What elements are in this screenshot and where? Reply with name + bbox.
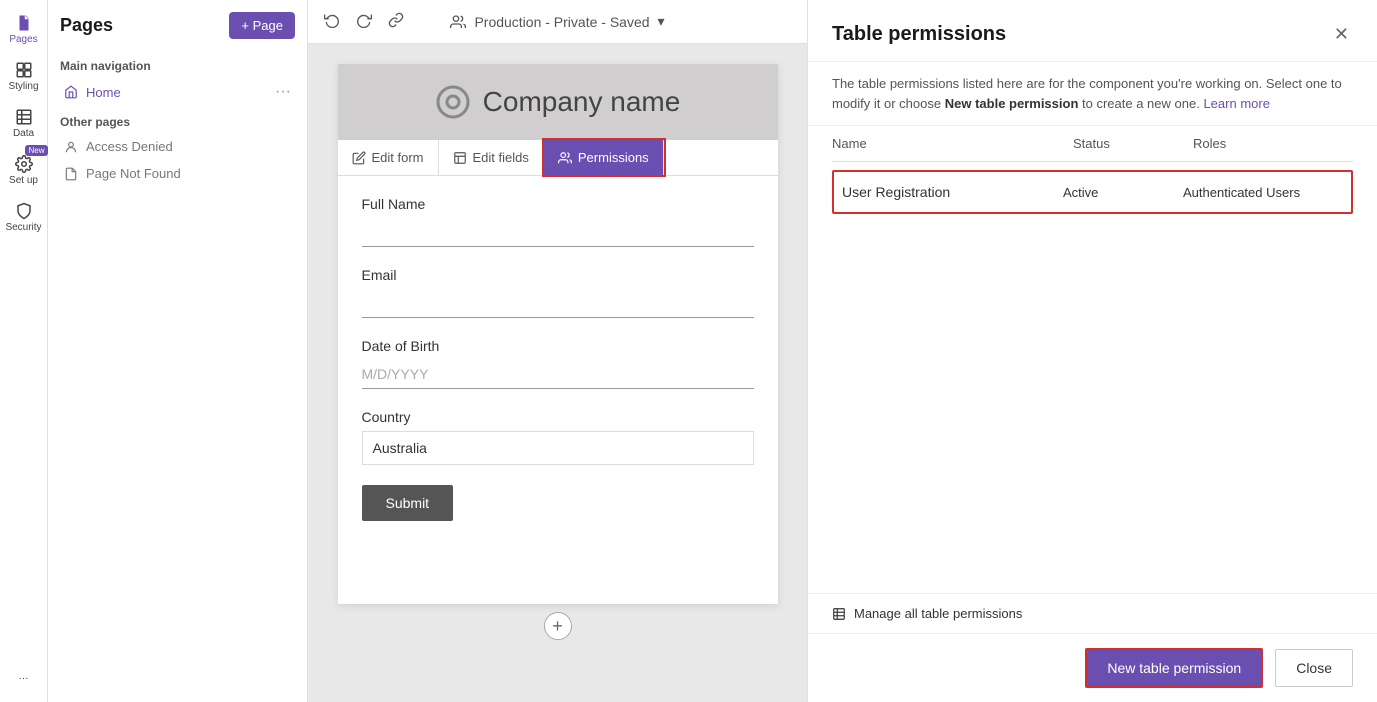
add-section-button[interactable]: +: [544, 612, 572, 640]
redo-icon: [356, 12, 372, 28]
main-navigation-label: Main navigation: [48, 51, 307, 77]
permission-status: Active: [1063, 185, 1183, 200]
right-panel-description: The table permissions listed here are fo…: [808, 62, 1377, 126]
icon-sidebar: Pages Styling Data Set up New Security ·…: [0, 0, 48, 702]
right-panel-title: Table permissions: [832, 23, 1006, 46]
sidebar-item-data[interactable]: Data: [4, 102, 44, 145]
undo-icon: [324, 12, 340, 28]
right-panel-header: Table permissions ✕: [808, 0, 1377, 62]
nav-item-home[interactable]: Home ···: [52, 77, 303, 107]
form-header-title: Company name: [483, 86, 681, 118]
edit-fields-label: Edit fields: [473, 150, 529, 165]
permission-row-user-registration[interactable]: User Registration Active Authenticated U…: [832, 170, 1353, 214]
email-label: Email: [362, 267, 754, 283]
home-nav-dots[interactable]: ···: [275, 83, 291, 101]
right-panel-close-button[interactable]: ✕: [1330, 20, 1353, 49]
permissions-table: Name Status Roles User Registration Acti…: [808, 126, 1377, 593]
new-badge: New: [25, 145, 47, 156]
country-select[interactable]: Australia: [362, 431, 754, 465]
permissions-label: Permissions: [578, 150, 649, 165]
col-roles: Roles: [1193, 136, 1353, 151]
manage-table-icon: [832, 607, 846, 621]
permissions-icon: [558, 151, 572, 165]
company-logo-icon: [435, 84, 471, 120]
access-denied-label: Access Denied: [86, 139, 291, 154]
close-button[interactable]: Close: [1275, 649, 1353, 687]
canvas-area: Company name Edit form Edit fields Permi…: [308, 44, 807, 702]
nav-item-page-not-found[interactable]: Page Not Found: [52, 160, 303, 187]
form-toolbar: Edit form Edit fields Permissions: [338, 140, 778, 176]
edit-fields-button[interactable]: Edit fields: [439, 140, 544, 175]
top-bar-center[interactable]: Production - Private - Saved ▾: [450, 13, 664, 30]
app-title: Production - Private - Saved: [474, 14, 649, 30]
edit-form-icon: [352, 151, 366, 165]
new-table-permission-button[interactable]: New table permission: [1085, 648, 1263, 688]
permission-name: User Registration: [842, 184, 1063, 200]
sidebar-item-setup[interactable]: Set up New: [4, 149, 44, 192]
col-status: Status: [1073, 136, 1193, 151]
canvas-add-row: +: [544, 612, 572, 640]
add-page-button[interactable]: + Page: [229, 12, 295, 39]
doc-icon: [64, 167, 78, 181]
top-bar-left: [320, 8, 408, 35]
sidebar-more-options[interactable]: ···: [4, 667, 44, 690]
email-input[interactable]: [362, 289, 754, 318]
edit-form-label: Edit form: [372, 150, 424, 165]
users-icon: [450, 14, 466, 30]
home-icon: [64, 85, 78, 99]
undo-button[interactable]: [320, 8, 344, 35]
col-name: Name: [832, 136, 1073, 151]
permission-roles: Authenticated Users: [1183, 185, 1343, 200]
link-button[interactable]: [384, 8, 408, 35]
sidebar-item-security[interactable]: Security: [4, 196, 44, 239]
country-label: Country: [362, 409, 754, 425]
edit-form-button[interactable]: Edit form: [338, 140, 439, 175]
full-name-input[interactable]: [362, 218, 754, 247]
pages-panel-header: Pages + Page: [48, 12, 307, 51]
form-body: Full Name Email Date of Birth Country Au…: [338, 176, 778, 541]
link-icon: [388, 12, 404, 28]
edit-fields-icon: [453, 151, 467, 165]
main-area: Production - Private - Saved ▾ Company n…: [308, 0, 807, 702]
form-page: Company name Edit form Edit fields Permi…: [338, 64, 778, 604]
pages-panel-title: Pages: [60, 15, 113, 36]
manage-all-label: Manage all table permissions: [854, 606, 1022, 621]
dob-label: Date of Birth: [362, 338, 754, 354]
nav-item-access-denied[interactable]: Access Denied: [52, 133, 303, 160]
home-nav-label: Home: [86, 85, 267, 100]
sidebar-item-pages[interactable]: Pages: [4, 8, 44, 51]
top-bar: Production - Private - Saved ▾: [308, 0, 807, 44]
right-panel: Table permissions ✕ The table permission…: [807, 0, 1377, 702]
country-field: Country Australia: [362, 409, 754, 465]
right-panel-footer: New table permission Close: [808, 633, 1377, 702]
dob-input[interactable]: [362, 360, 754, 389]
pages-panel: Pages + Page Main navigation Home ··· Ot…: [48, 0, 308, 702]
form-header: Company name: [338, 64, 778, 140]
full-name-label: Full Name: [362, 196, 754, 212]
email-field: Email: [362, 267, 754, 318]
learn-more-link[interactable]: Learn more: [1203, 96, 1269, 111]
other-pages-label: Other pages: [48, 107, 307, 133]
permissions-button[interactable]: Permissions: [544, 140, 664, 175]
sidebar-item-styling[interactable]: Styling: [4, 55, 44, 98]
manage-all-link[interactable]: Manage all table permissions: [808, 593, 1377, 633]
person-icon: [64, 140, 78, 154]
permissions-table-header: Name Status Roles: [832, 126, 1353, 162]
right-panel-desc-bold: New table permission: [945, 96, 1079, 111]
dob-field: Date of Birth: [362, 338, 754, 389]
page-not-found-label: Page Not Found: [86, 166, 291, 181]
title-chevron[interactable]: ▾: [658, 13, 665, 30]
full-name-field: Full Name: [362, 196, 754, 247]
redo-button[interactable]: [352, 8, 376, 35]
submit-button[interactable]: Submit: [362, 485, 454, 521]
